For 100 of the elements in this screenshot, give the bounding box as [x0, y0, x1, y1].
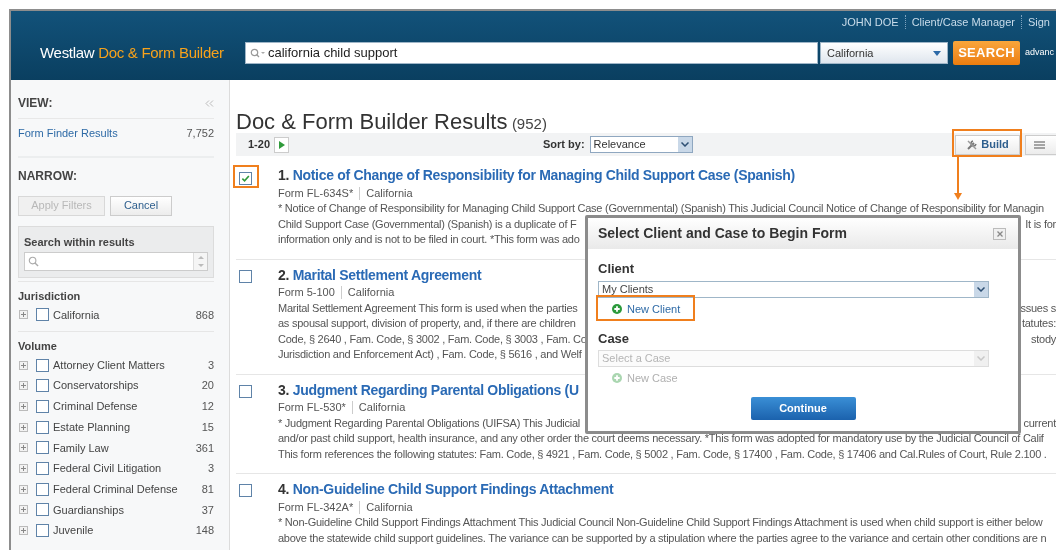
search-within-field[interactable]: [24, 252, 208, 271]
filter-button[interactable]: Cancel: [110, 195, 172, 216]
result-snippet: above the statewide child support guidelines. The variance can be supported by a stipulation where the parties agree to the variance and certain other conditions are n: [278, 530, 1047, 546]
jurisdiction-label: California: [365, 499, 413, 515]
checkbox[interactable]: [239, 269, 252, 283]
facet-label[interactable]: California: [53, 306, 196, 324]
result-count: (952): [511, 115, 547, 132]
result-snippet: as spousal support, division of property, and, if there are children: [278, 316, 576, 331]
facet-label[interactable]: Family Law: [53, 439, 196, 457]
expand-icon[interactable]: [19, 401, 28, 411]
facet-count: 15: [201, 419, 214, 435]
build-button[interactable]: Build: [955, 134, 1020, 155]
annotation-arrow: [954, 157, 962, 200]
result-title[interactable]: 2. Marital Settlement Agreement: [278, 266, 482, 283]
result-snippet: Marital Settlement Agreement This form is used when the parties: [278, 300, 578, 316]
checkbox[interactable]: [36, 482, 49, 496]
facet-label[interactable]: Federal Civil Litigation: [53, 460, 208, 477]
dropdown-caret-icon: [680, 142, 689, 147]
facet-label[interactable]: Conservatorships: [53, 377, 202, 394]
checkbox[interactable]: [36, 503, 49, 517]
result-title[interactable]: 4. Non-Guideline Child Support Findings Attachment: [278, 481, 614, 497]
client-select[interactable]: My Clients: [598, 281, 989, 298]
result-snippet: information only and is not to be filed in court. *This form was ado: [278, 232, 580, 247]
checkbox[interactable]: [36, 379, 49, 393]
form-number: Form FL-634S*: [278, 185, 355, 201]
expand-icon[interactable]: [19, 463, 28, 473]
result-snippet: tatutes:: [1021, 316, 1056, 331]
continue-button[interactable]: Continue: [750, 397, 856, 420]
result-title[interactable]: 1. Notice of Change of Responsibility for Managing Child Support Case (Spanish): [278, 167, 795, 183]
jurisdiction-label: California: [357, 400, 406, 416]
advanced-link[interactable]: advanc: [1025, 46, 1055, 60]
expand-icon[interactable]: [19, 360, 28, 370]
facet-label[interactable]: Guardianships: [53, 501, 202, 519]
page-title: Doc & Form Builder Results: [236, 109, 508, 134]
tools-icon: [966, 138, 979, 151]
result-snippet: This form references the following statutes: Fam. Code, § 4921 , Fam. Code, § 5002 , Fam. Code, § 17400 , Fam. Code, § 17406 and Cal.Rules of Court, Rule 2.100 .: [278, 446, 1047, 462]
play-icon: [278, 140, 285, 149]
facet-label[interactable]: Juvenile: [53, 522, 196, 539]
checkbox[interactable]: [239, 172, 252, 185]
facet-count: 81: [201, 481, 214, 497]
checkbox[interactable]: [36, 441, 49, 455]
field-label: Client: [598, 260, 636, 277]
result-snippet: Child Support Case (Governmental) (Spanish) is a duplicate of F: [278, 216, 577, 232]
facet-label[interactable]: Criminal Defense: [53, 398, 202, 415]
facet-label[interactable]: Estate Planning: [53, 418, 202, 436]
result-snippet: * Judgment Regarding Parental Obligations (UIFSA) This Judicial: [278, 415, 580, 431]
close-button[interactable]: [993, 227, 1006, 240]
next-page-button[interactable]: [274, 136, 290, 153]
facet-count: 868: [195, 307, 214, 323]
header-link[interactable]: Client/Case Manager: [905, 13, 1021, 31]
section-heading: NARROW:: [18, 167, 79, 185]
expand-icon[interactable]: [19, 505, 28, 515]
expand-icon[interactable]: [19, 526, 28, 536]
form-number: Form FL-530*: [278, 400, 347, 416]
expand-icon[interactable]: [19, 310, 28, 320]
result-snippet: Jurisdiction and Enforcement Act) , Fam. Code, § 5616 , and Welf: [278, 347, 582, 362]
page-range: 1-20: [248, 137, 271, 153]
facet-count: 148: [195, 523, 214, 539]
dropdown-caret-icon: [977, 287, 985, 292]
facet-count: 361: [195, 440, 214, 456]
user-name: JOHN DOE: [841, 14, 900, 30]
checkbox[interactable]: [36, 524, 49, 538]
jurisdiction-select[interactable]: California: [820, 42, 948, 64]
dialog-title: Select Client and Case to Begin Form: [598, 224, 847, 243]
expand-icon[interactable]: [19, 443, 28, 453]
result-snippet: and/or past child support, health insurance, and any other order the court deems necessary. *This form was adopted for mandatory use by the Judicial Council of Calif: [278, 431, 1044, 446]
form-number: Form 5-100: [278, 285, 336, 301]
facet-count: 3: [207, 357, 214, 373]
expand-icon[interactable]: [19, 381, 28, 391]
checkbox[interactable]: [239, 484, 252, 497]
result-snippet: ssues s: [1020, 300, 1056, 316]
result-title[interactable]: 3. Judgment Regarding Parental Obligations (U: [278, 381, 579, 398]
checkbox[interactable]: [36, 461, 49, 475]
add-icon: [612, 373, 622, 383]
view-link[interactable]: Form Finder Results: [18, 125, 118, 142]
checkbox[interactable]: [36, 358, 49, 372]
form-number: Form FL-342A*: [278, 499, 355, 515]
facet-label[interactable]: Attorney Client Matters: [53, 356, 208, 374]
dropdown-caret-icon: [933, 50, 941, 56]
logo[interactable]: Westlaw Doc & Form Builder: [40, 43, 224, 61]
dropdown-caret-icon: [977, 356, 985, 361]
close-icon: [996, 230, 1003, 237]
jurisdiction-label: California: [346, 285, 395, 301]
header-link[interactable]: Sign: [1021, 13, 1056, 31]
checkbox[interactable]: [36, 420, 49, 434]
search-field[interactable]: california child support: [245, 42, 818, 64]
new-client-link[interactable]: New Client: [612, 301, 681, 317]
expand-icon[interactable]: [19, 422, 28, 432]
facet-count: 20: [201, 378, 214, 394]
checkbox[interactable]: [239, 384, 252, 398]
expand-icon[interactable]: [19, 484, 28, 494]
sort-select[interactable]: Relevance: [589, 136, 693, 153]
result-snippet: * Non-Guideline Child Support Findings Attachment This Judicial Council Non-Guideline Child Support Findings Attachment is used when child support is either below: [278, 515, 1043, 530]
facet-label[interactable]: Federal Criminal Defense: [53, 480, 202, 498]
checkbox[interactable]: [36, 399, 49, 413]
list-view-button[interactable]: [1025, 134, 1056, 155]
facet-count: 3: [207, 461, 214, 477]
add-icon: [612, 304, 622, 314]
checkbox[interactable]: [36, 308, 49, 322]
result-count: 7,752: [186, 126, 214, 141]
